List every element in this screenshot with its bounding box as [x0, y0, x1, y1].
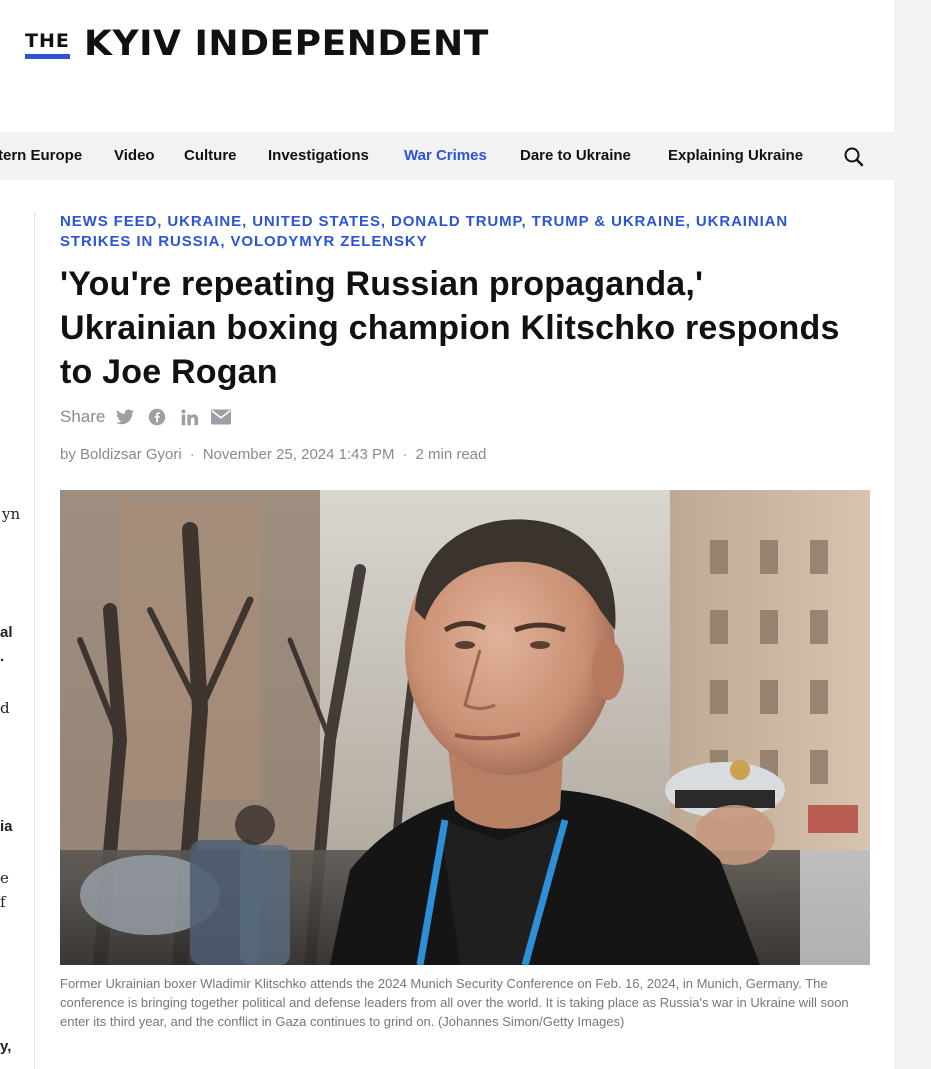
rail-text-fragment: f: [0, 893, 6, 911]
rail-text-fragment: e: [0, 869, 9, 887]
facebook-icon[interactable]: [147, 407, 167, 427]
nav-item-eastern-europe[interactable]: tern Europe: [0, 146, 82, 166]
linkedin-icon[interactable]: [179, 407, 199, 427]
nav-item-dare-to-ukraine[interactable]: Dare to Ukraine: [520, 146, 631, 166]
author-link[interactable]: by Boldizsar Gyori: [60, 446, 182, 463]
rail-text-fragment: .: [0, 648, 5, 665]
tag-news-feed[interactable]: NEWS FEED: [60, 213, 157, 230]
tag-volodymyr-zelensky[interactable]: VOLODYMYR ZELENSKY: [230, 233, 427, 250]
logo-the: THE: [25, 31, 70, 59]
site-logo[interactable]: THE KYIV INDEPENDENT: [25, 26, 488, 62]
email-icon[interactable]: [211, 407, 232, 427]
separator-dot: ·: [402, 446, 408, 463]
article-headline: 'You're repeating Russian propaganda,' U…: [60, 265, 840, 391]
nav-item-explaining-ukraine[interactable]: Explaining Ukraine: [668, 146, 803, 166]
article-tags: NEWS FEED, UKRAINE, UNITED STATES, DONAL…: [60, 213, 789, 250]
tag-united-states[interactable]: UNITED STATES: [252, 213, 381, 230]
rail-text-fragment: yn: [2, 505, 21, 523]
read-time: 2 min read: [415, 446, 487, 463]
rail-text-fragment: ia: [0, 818, 13, 835]
article-photo: [60, 490, 870, 965]
tag-trump-ukraine[interactable]: TRUMP & UKRAINE: [532, 213, 686, 230]
share-label: Share: [60, 407, 106, 426]
byline: by Boldizsar Gyori · November 25, 2024 1:4…: [60, 445, 486, 465]
share-row: Share: [60, 405, 243, 429]
rail-text-fragment: al: [0, 624, 13, 641]
tag-ukraine[interactable]: UKRAINE: [167, 213, 242, 230]
nav-item-video[interactable]: Video: [114, 146, 155, 166]
tag-donald-trump[interactable]: DONALD TRUMP: [391, 213, 522, 230]
logo-name: KYIV INDEPENDENT: [83, 24, 489, 64]
search-icon[interactable]: [843, 146, 865, 168]
photo-caption: Former Ukrainian boxer Wladimir Klitschk…: [60, 976, 849, 1029]
page: THE KYIV INDEPENDENT tern Europe Video C…: [0, 0, 931, 1069]
rail-text-fragment: y,: [0, 1038, 12, 1055]
main-nav: tern Europe Video Culture Investigations…: [0, 132, 894, 180]
publish-date: November 25, 2024 1:43 PM: [202, 446, 395, 463]
rail-text-fragment: d: [0, 699, 10, 717]
nav-item-investigations[interactable]: Investigations: [268, 146, 369, 166]
separator-dot: ·: [189, 446, 195, 463]
nav-item-culture[interactable]: Culture: [184, 146, 237, 166]
rail-divider: [34, 212, 35, 1069]
nav-item-war-crimes[interactable]: War Crimes: [404, 146, 487, 166]
right-gutter: [894, 0, 931, 1069]
twitter-icon[interactable]: [115, 407, 135, 427]
main-column: THE KYIV INDEPENDENT tern Europe Video C…: [0, 0, 894, 1069]
